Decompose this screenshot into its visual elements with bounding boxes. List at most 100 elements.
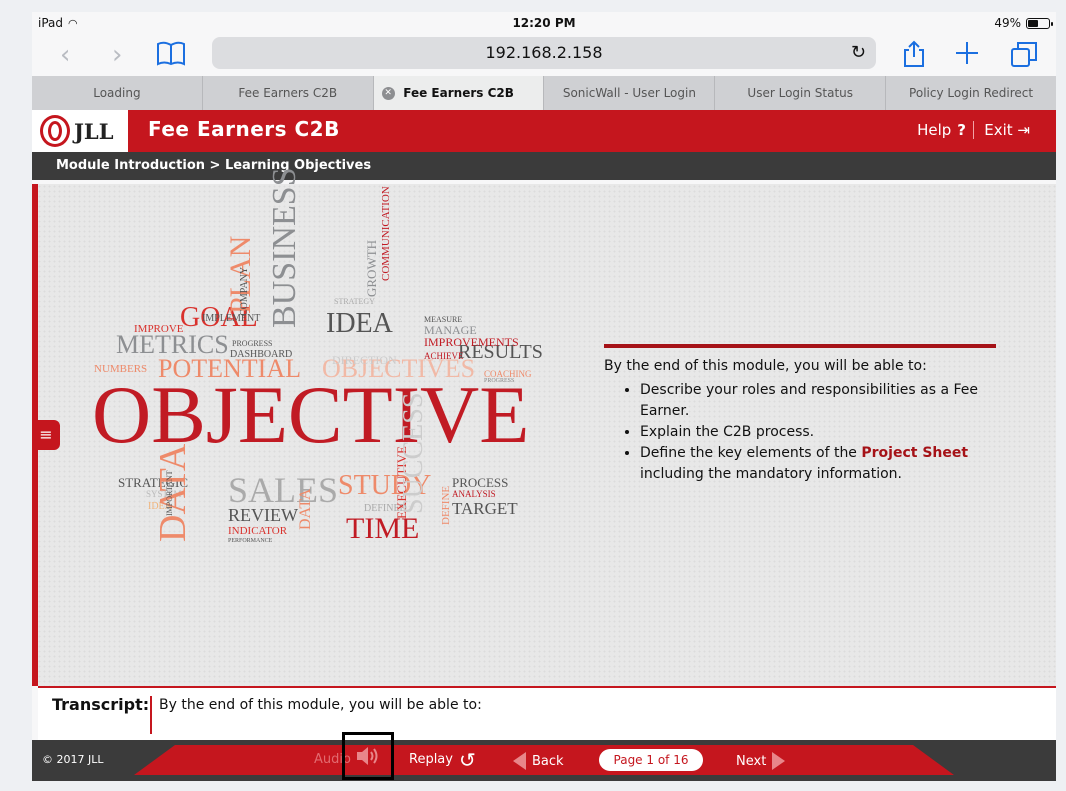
tab-policy-login[interactable]: Policy Login Redirect (886, 76, 1056, 110)
cloud-word: COMMUNICATION (380, 186, 392, 281)
page-indicator: Page 1 of 16 (599, 749, 703, 771)
objectives-panel: By the end of this module, you will be a… (604, 344, 996, 485)
cloud-word: TARGET (452, 499, 518, 518)
cloud-word: MEASURE (424, 315, 463, 324)
tab-label: User Login Status (747, 86, 854, 100)
tab-user-login-status[interactable]: User Login Status (715, 76, 887, 110)
objectives-intro: By the end of this module, you will be a… (604, 358, 927, 374)
cloud-word: IMPROVEMENTS (424, 335, 519, 349)
menu-icon[interactable]: ≡ (32, 420, 60, 450)
objective-item: Explain the C2B process. (640, 422, 996, 443)
exit-label: Exit (984, 121, 1013, 139)
transcript-label: Transcript: (52, 695, 150, 714)
cloud-word: COMPANY (239, 266, 250, 316)
help-label: Help (917, 121, 952, 139)
tab-fee-earners-active[interactable]: ✕ Fee Earners C2B (373, 76, 545, 110)
course-title: Fee Earners C2B (148, 117, 340, 141)
tab-fee-earners-1[interactable]: Fee Earners C2B (203, 76, 374, 110)
cloud-word: IDEA (326, 308, 393, 339)
next-arrow-icon (772, 752, 786, 770)
tab-label: Fee Earners C2B (238, 86, 338, 100)
cloud-word: DASHBOARD (230, 349, 293, 360)
cloud-word: INDICATOR (228, 525, 288, 537)
copyright: © 2017 JLL (42, 753, 104, 766)
cloud-word: IMPORTANT (165, 470, 174, 516)
tab-sonicwall[interactable]: SonicWall - User Login (544, 76, 716, 110)
slide-content: ≡ OBJECTIVE GOAL PLAN BUSINESS IDEA METRICS PO… (32, 167, 1056, 686)
cloud-word: PERFORMANCE (228, 538, 273, 544)
project-sheet-highlight: Project Sheet (861, 445, 969, 461)
tabs-overview-icon[interactable] (1010, 40, 1038, 75)
cloud-word: ANALYSIS (452, 489, 496, 499)
url-text: 192.168.2.158 (485, 43, 603, 62)
battery-icon (1026, 17, 1053, 29)
share-icon[interactable] (902, 40, 926, 75)
cloud-word: REVIEW (228, 505, 298, 525)
audio-toggle-button[interactable] (342, 732, 394, 780)
breadcrumb: Module Introduction > Learning Objective… (32, 152, 1056, 180)
back-arrow-icon (513, 752, 526, 770)
help-icon: ? (957, 121, 966, 139)
replay-label: Replay (409, 752, 453, 767)
logo-rings-icon (40, 115, 70, 147)
header-divider (973, 121, 974, 139)
cloud-word: PROCESS (452, 475, 509, 490)
status-time: 12:20 PM (512, 16, 576, 30)
cloud-word: MANAGE (424, 323, 477, 337)
next-label: Next (736, 753, 767, 769)
transcript-box: Transcript: By the end of this module, y… (38, 686, 1056, 740)
help-button[interactable]: Help? (917, 121, 966, 139)
objective-item: Describe your roles and responsibilities… (640, 380, 996, 422)
cloud-word: PROGRESS (484, 378, 515, 384)
transcript-divider (150, 696, 152, 734)
back-label: Back (532, 753, 564, 769)
app-header: JLL Fee Earners C2B Help? Exit ⇥ (32, 110, 1056, 152)
exit-button[interactable]: Exit ⇥ (984, 121, 1030, 139)
panel-rule (604, 344, 996, 348)
transcript-text: By the end of this module, you will be a… (159, 697, 482, 713)
replay-button[interactable]: Replay ↺ (409, 747, 476, 772)
objective-item: Define the key elements of the Project S… (640, 443, 996, 485)
exit-icon: ⇥ (1017, 121, 1030, 139)
cloud-word: SUCCESS (398, 392, 429, 514)
battery-fill (1028, 19, 1038, 27)
browser-tabs: Loading Fee Earners C2B ✕ Fee Earners C2B… (32, 76, 1056, 110)
cloud-word: DEFINE (440, 485, 452, 525)
status-bar: iPad ◠ 12:20 PM 49% (32, 12, 1056, 34)
next-button[interactable]: Next (736, 752, 786, 770)
logo-text: JLL (74, 118, 114, 144)
browser-toolbar: ‹ › 192.168.2.158 ↻ (32, 34, 1056, 76)
objective-text: Define the key elements of the (640, 445, 862, 461)
bookmarks-icon[interactable] (156, 40, 186, 73)
cloud-word: SALES (228, 470, 339, 510)
cloud-word: ACHIEVE (424, 351, 464, 361)
ipad-screen: iPad ◠ 12:20 PM 49% ‹ › 192.168.2.158 ↻ (32, 12, 1056, 781)
back-button[interactable]: Back (513, 752, 564, 770)
cloud-word: DIRECTION (332, 353, 397, 367)
address-bar[interactable]: 192.168.2.158 ↻ (212, 37, 876, 69)
replay-icon: ↺ (458, 747, 476, 772)
close-tab-icon[interactable]: ✕ (381, 87, 395, 100)
back-nav-icon[interactable]: ‹ (60, 40, 70, 70)
objective-text: including the mandatory information. (640, 466, 902, 482)
cloud-word: NUMBERS (94, 363, 148, 375)
speaker-icon (357, 747, 378, 765)
cloud-word: BUSINESS (266, 167, 303, 328)
cloud-word: IMPROVE (134, 323, 184, 335)
jll-logo: JLL (32, 110, 128, 152)
cloud-word: DATA (297, 488, 314, 530)
cloud-word: STRATEGY (334, 297, 375, 306)
cloud-word: IMPLEMENT (202, 313, 261, 324)
new-tab-icon[interactable] (954, 40, 980, 73)
objective-word-cloud: OBJECTIVE GOAL PLAN BUSINESS IDEA METRICS POTE… (88, 167, 548, 624)
battery-percent: 49% (994, 16, 1021, 30)
tab-label: SonicWall - User Login (562, 86, 696, 100)
reload-icon[interactable]: ↻ (851, 37, 866, 69)
tab-label: Loading (93, 86, 141, 100)
objectives-list: Describe your roles and responsibilities… (604, 380, 996, 485)
cloud-word: GROWTH (364, 239, 379, 297)
forward-nav-icon[interactable]: › (112, 40, 122, 70)
tab-loading[interactable]: Loading (32, 76, 203, 110)
tab-label: Policy Login Redirect (909, 86, 1034, 100)
cloud-word: PROGRESS (232, 339, 273, 348)
